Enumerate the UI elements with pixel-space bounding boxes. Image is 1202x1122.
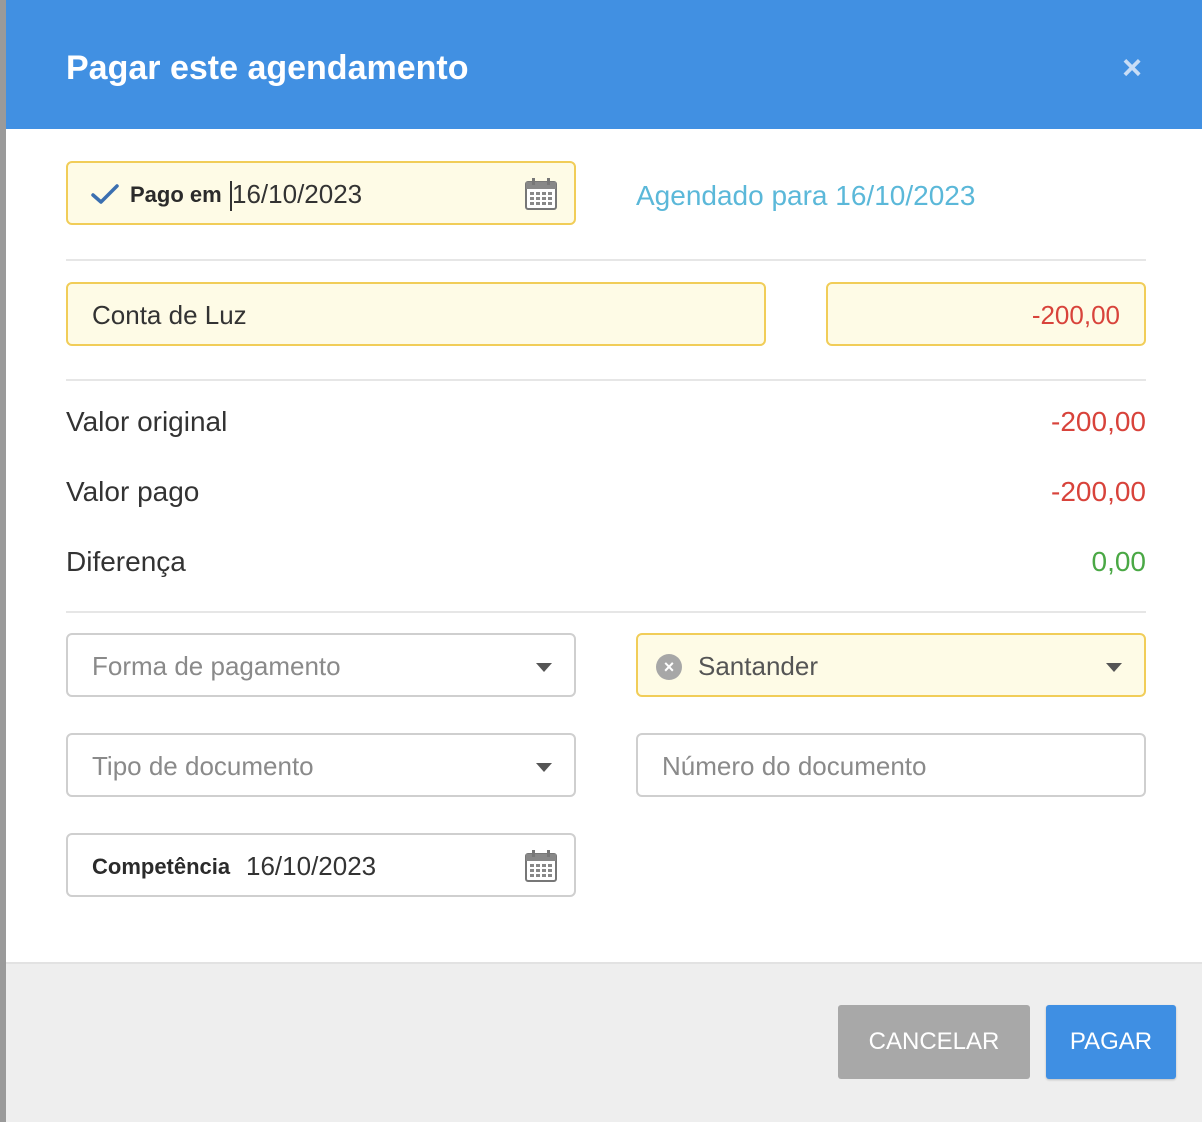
account-selected-value: Santander <box>698 651 818 681</box>
competence-date-value: 16/10/2023 <box>246 851 377 881</box>
calendar-icon[interactable] <box>524 177 558 211</box>
check-icon <box>91 184 119 204</box>
original-value: -200,00 <box>1051 406 1146 437</box>
paid-on-date-field[interactable]: Pago em 16/10/2023 <box>66 161 576 225</box>
amount-field[interactable]: -200,00 <box>826 282 1146 346</box>
pay-button[interactable]: PAGAR <box>1046 1005 1176 1079</box>
clear-icon[interactable]: × <box>656 654 682 680</box>
payment-method-placeholder: Forma de pagamento <box>92 651 341 681</box>
calendar-icon[interactable] <box>524 849 558 883</box>
paid-value: -200,00 <box>1051 476 1146 507</box>
difference-value: 0,00 <box>1091 546 1147 577</box>
difference-label: Diferença <box>66 546 186 577</box>
divider <box>66 379 1146 381</box>
payment-modal: Pagar este agendamento × Pago em 16/10/2… <box>6 0 1202 1122</box>
chevron-down-icon <box>536 763 552 772</box>
chevron-down-icon <box>1106 663 1122 672</box>
cancel-button[interactable]: CANCELAR <box>838 1005 1030 1079</box>
paid-value-label: Valor pago <box>66 476 200 507</box>
competence-date-field[interactable]: Competência 16/10/2023 <box>66 833 576 897</box>
document-type-select[interactable]: Tipo de documento <box>66 733 576 797</box>
description-value: Conta de Luz <box>92 300 247 330</box>
modal-title: Pagar este agendamento <box>66 49 469 87</box>
description-field[interactable]: Conta de Luz <box>66 282 766 346</box>
paid-on-label: Pago em <box>130 182 222 207</box>
document-number-input[interactable]: Número do documento <box>636 733 1146 797</box>
divider <box>66 611 1146 613</box>
document-type-placeholder: Tipo de documento <box>92 751 314 781</box>
modal-header: Pagar este agendamento × <box>6 0 1202 129</box>
account-select[interactable]: × Santander <box>636 633 1146 697</box>
close-icon[interactable]: × <box>1116 48 1148 88</box>
modal-body: Pago em 16/10/2023 Agendado para 16/10/2… <box>6 129 1202 962</box>
competence-label: Competência <box>92 854 231 879</box>
amount-value: -200,00 <box>1031 300 1120 330</box>
payment-method-select[interactable]: Forma de pagamento <box>66 633 576 697</box>
chevron-down-icon <box>536 663 552 672</box>
document-number-placeholder: Número do documento <box>662 751 927 781</box>
scheduled-date-link[interactable]: Agendado para 16/10/2023 <box>636 179 975 213</box>
paid-on-date-value: 16/10/2023 <box>232 179 363 209</box>
modal-footer: CANCELAR PAGAR <box>6 962 1202 1122</box>
original-value-label: Valor original <box>66 406 228 437</box>
divider <box>66 259 1146 261</box>
